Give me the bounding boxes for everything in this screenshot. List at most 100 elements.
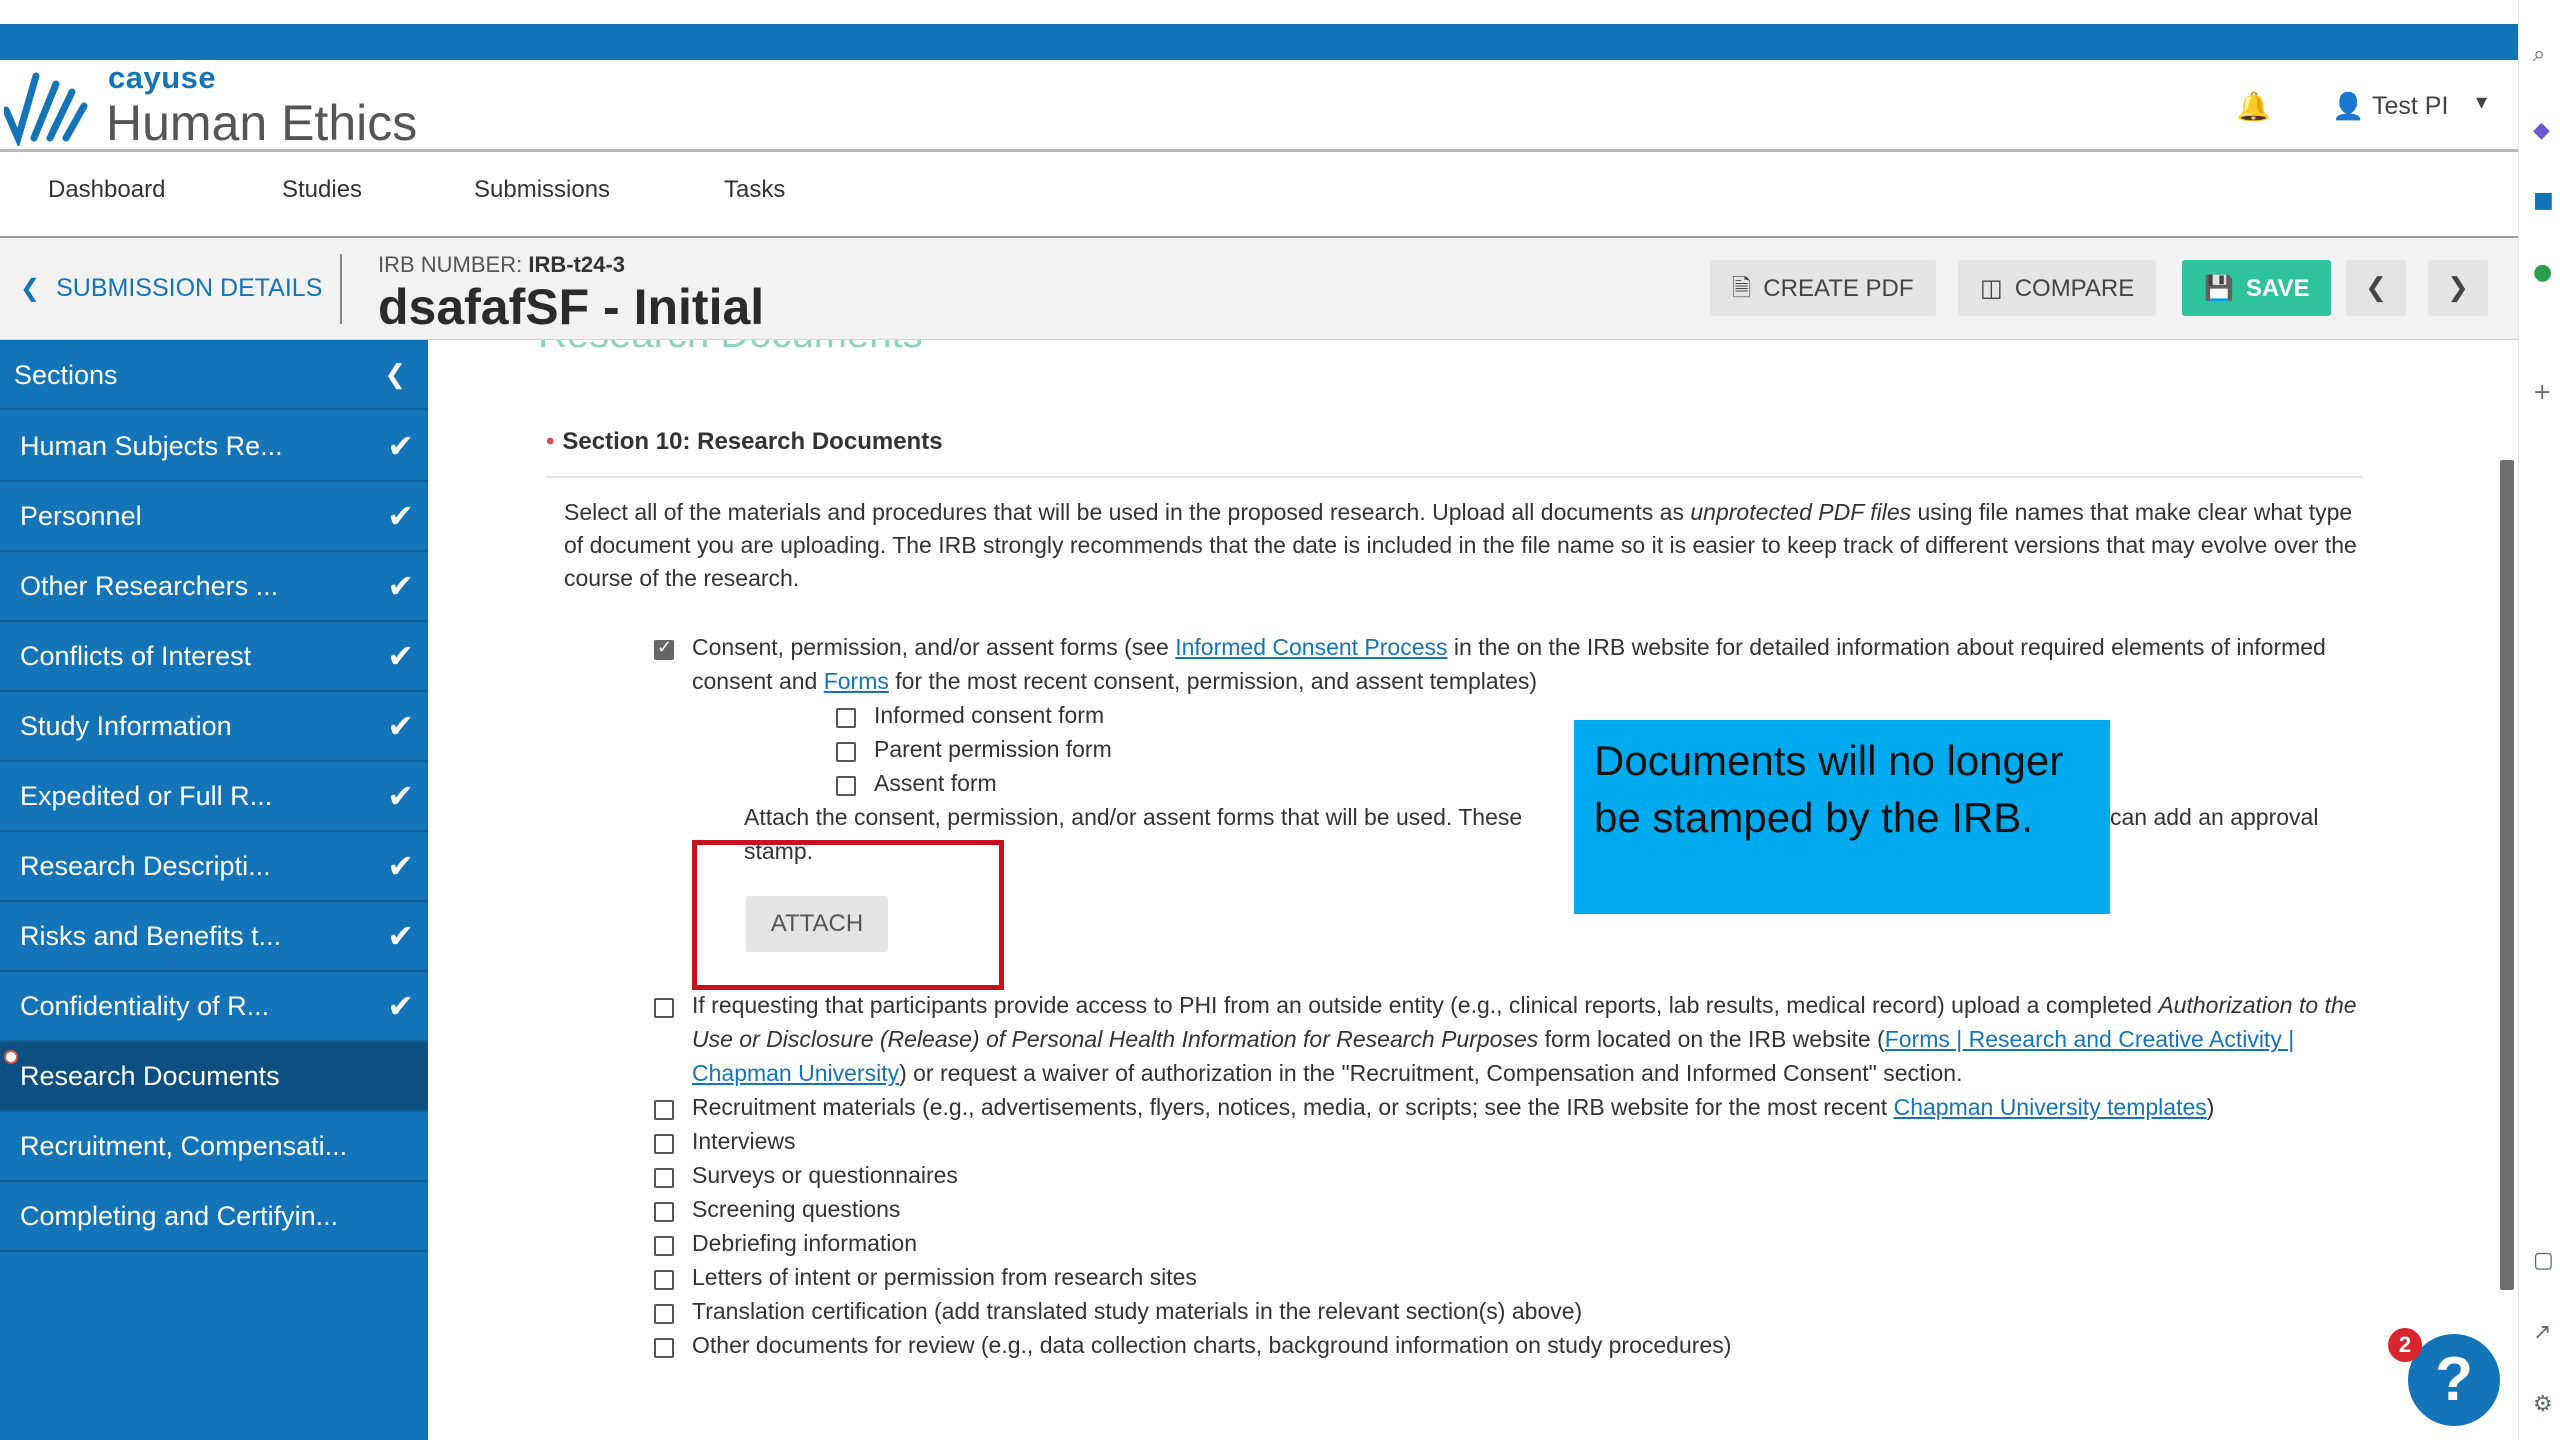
outlook-icon[interactable]: ■ (2533, 190, 2555, 212)
interviews-label: Interviews (692, 1128, 796, 1154)
attach-note-continued: can add an approval (2110, 804, 2319, 830)
cayuse-logo-icon (4, 72, 88, 146)
submission-toolbar: ❮ SUBMISSION DETAILS IRB NUMBER: IRB-t24-… (0, 238, 2518, 340)
sidebar-item-conflicts[interactable]: Conflicts of Interest ✔ (0, 622, 428, 692)
collapse-chevron-icon[interactable]: ❮ (384, 340, 406, 410)
consent-forms-checkbox[interactable] (654, 637, 674, 660)
compare-button[interactable]: ◫ COMPARE (1958, 260, 2157, 316)
chevron-left-icon: ❮ (20, 274, 41, 302)
surveys-checkbox[interactable] (654, 1168, 674, 1188)
surveys-label: Surveys or questionnaires (692, 1162, 958, 1188)
assent-form-label: Assent form (874, 770, 997, 796)
required-indicator-icon (4, 1050, 18, 1064)
section-instructions: Select all of the materials and procedur… (564, 499, 2357, 591)
search-icon[interactable]: ⌕ (2533, 44, 2555, 66)
notification-count-badge: 2 (2388, 1328, 2422, 1362)
next-button[interactable]: ❯ (2428, 260, 2488, 316)
previous-button[interactable]: ❮ (2346, 260, 2406, 316)
section-heading-scrolled: Research Documents (538, 340, 923, 357)
add-icon[interactable]: + (2533, 382, 2555, 404)
parent-permission-form-checkbox[interactable] (836, 742, 856, 762)
sidebar-item-research-documents[interactable]: Research Documents (0, 1042, 428, 1112)
sidebar-item-research-description[interactable]: Research Descripti... ✔ (0, 832, 428, 902)
recruitment-materials-checkbox[interactable] (654, 1100, 674, 1120)
required-star: • (546, 428, 555, 455)
check-icon: ✔ (387, 497, 414, 535)
browser-side-toolbar: ⌕ ◆ ■ ● + ▢ ↗ ⚙ (2518, 0, 2560, 1440)
debriefing-label: Debriefing information (692, 1230, 918, 1256)
sidebar-item-other-researchers[interactable]: Other Researchers ... ✔ (0, 552, 428, 622)
attach-note: Attach the consent, permission, and/or a… (744, 804, 1523, 830)
chevron-right-icon: ❯ (2447, 273, 2469, 303)
check-icon: ✔ (387, 427, 414, 465)
chapman-templates-link[interactable]: Chapman University templates (1894, 1094, 2207, 1120)
check-icon: ✔ (387, 987, 414, 1025)
letters-of-intent-label: Letters of intent or permission from res… (692, 1264, 1197, 1290)
sidebar-item-expedited[interactable]: Expedited or Full R... ✔ (0, 762, 428, 832)
window-icon[interactable]: ▢ (2533, 1250, 2555, 1272)
annotation-callout: Documents will no longer be stamped by t… (1574, 720, 2110, 914)
user-icon[interactable]: 👤 (2332, 92, 2364, 122)
letters-of-intent-checkbox[interactable] (654, 1270, 674, 1290)
check-icon: ✔ (387, 637, 414, 675)
nav-studies[interactable]: Studies (282, 176, 362, 204)
submission-details-link[interactable]: ❮ SUBMISSION DETAILS (20, 274, 322, 303)
informed-consent-form-checkbox[interactable] (836, 708, 856, 728)
sidebar-item-risks-benefits[interactable]: Risks and Benefits t... ✔ (0, 902, 428, 972)
check-icon: ✔ (387, 777, 414, 815)
informed-consent-form-label: Informed consent form (874, 702, 1105, 728)
brand-name: cayuse (108, 60, 217, 95)
nav-submissions[interactable]: Submissions (474, 176, 610, 204)
product-name: Human Ethics (106, 95, 418, 151)
share-icon[interactable]: ↗ (2533, 1322, 2555, 1344)
section-title: • Section 10: Research Documents (546, 428, 943, 455)
sidebar-item-recruitment[interactable]: Recruitment, Compensati... (0, 1112, 428, 1182)
settings-icon[interactable]: ⚙ (2533, 1394, 2555, 1416)
file-icon: 🗎 (1732, 274, 1752, 302)
sidebar-item-completing-certifying[interactable]: Completing and Certifyin... (0, 1182, 428, 1252)
sidebar-item-study-information[interactable]: Study Information ✔ (0, 692, 428, 762)
form-content: Research Documents •Section 10: Research… (428, 340, 2518, 1440)
save-button[interactable]: 💾 SAVE (2182, 260, 2332, 316)
sidebar-item-confidentiality[interactable]: Confidentiality of R... ✔ (0, 972, 428, 1042)
caret-down-icon[interactable]: ▾ (2476, 90, 2487, 115)
extension-icon[interactable]: ◆ (2533, 120, 2555, 142)
translation-certification-checkbox[interactable] (654, 1304, 674, 1324)
other-documents-checkbox[interactable] (654, 1338, 674, 1358)
interviews-checkbox[interactable] (654, 1134, 674, 1154)
sections-header: Sections ❮ (0, 340, 428, 410)
user-menu-name[interactable]: Test PI (2372, 92, 2448, 121)
nav-dashboard[interactable]: Dashboard (48, 176, 165, 204)
debriefing-checkbox[interactable] (654, 1236, 674, 1256)
sidebar-item-human-subjects[interactable]: Human Subjects Re... ✔ (0, 412, 428, 482)
sidebar-item-personnel[interactable]: Personnel ✔ (0, 482, 428, 552)
informed-consent-process-link[interactable]: Informed Consent Process (1175, 634, 1447, 660)
recruitment-materials-label: Recruitment materials (e.g., advertiseme… (692, 1094, 2215, 1120)
floppy-icon: 💾 (2204, 274, 2234, 302)
translation-certification-label: Translation certification (add translate… (692, 1298, 1583, 1324)
consent-forms-label: Consent, permission, and/or assent forms… (692, 634, 2326, 694)
create-pdf-button[interactable]: 🗎 CREATE PDF (1710, 260, 1936, 316)
columns-icon: ◫ (1980, 274, 2003, 302)
chevron-left-icon: ❮ (2365, 273, 2387, 303)
bell-icon[interactable]: 🔔 (2236, 90, 2271, 123)
forms-link[interactable]: Forms (824, 668, 889, 694)
help-button[interactable]: ? (2408, 1334, 2500, 1426)
main-nav: Dashboard Studies Submissions Tasks (0, 152, 2518, 238)
app-root: ⌕ ◆ ■ ● + ▢ ↗ ⚙ cayuse Human Ethics 🔔 👤 … (0, 0, 2560, 1440)
check-icon: ✔ (387, 847, 414, 885)
scrollbar[interactable] (2500, 460, 2514, 1290)
screening-questions-checkbox[interactable] (654, 1202, 674, 1222)
sections-sidebar: Sections ❮ Human Subjects Re... ✔ Personn… (0, 340, 428, 1440)
sharepoint-icon[interactable]: ● (2533, 262, 2555, 284)
phi-authorization-label: If requesting that participants provide … (692, 992, 2357, 1086)
attach-button[interactable]: ATTACH (746, 896, 888, 952)
check-icon: ✔ (387, 567, 414, 605)
phi-authorization-checkbox[interactable] (654, 998, 674, 1018)
check-icon: ✔ (387, 707, 414, 745)
divider (340, 254, 342, 324)
assent-form-checkbox[interactable] (836, 776, 856, 796)
screening-questions-label: Screening questions (692, 1196, 901, 1222)
nav-tasks[interactable]: Tasks (724, 176, 785, 204)
page-title: dsafafSF - Initial (378, 279, 765, 335)
